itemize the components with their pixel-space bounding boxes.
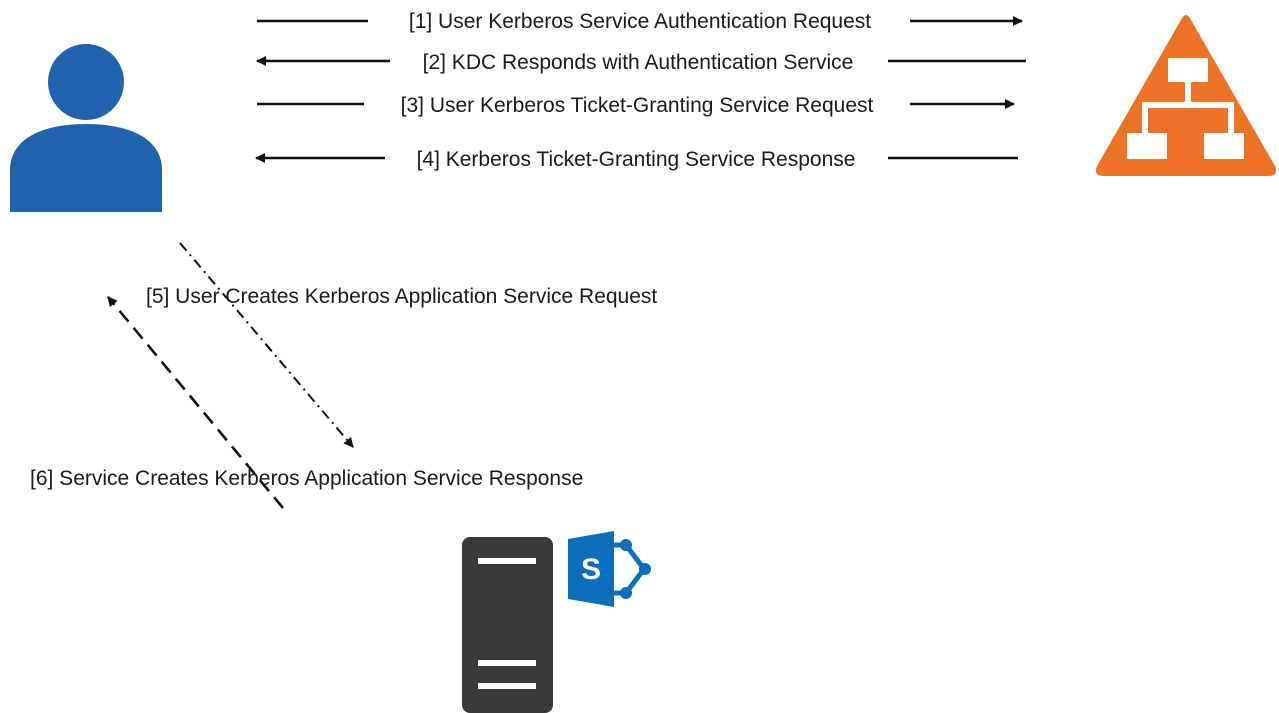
step-2-label: [2] KDC Responds with Authentication Ser…: [423, 51, 854, 74]
step-6-label: [6] Service Creates Kerberos Application…: [30, 467, 583, 490]
kdc-hierarchy-icon: [1095, 15, 1277, 176]
step-3-connector: [3] User Kerberos Ticket-Granting Servic…: [257, 94, 1015, 117]
step-3-label: [3] User Kerberos Ticket-Granting Servic…: [401, 94, 874, 117]
sharepoint-logo-icon: S: [568, 531, 651, 607]
step-2-connector: [2] KDC Responds with Authentication Ser…: [256, 51, 1026, 74]
step-4-label: [4] Kerberos Ticket-Granting Service Res…: [417, 148, 856, 171]
kerberos-flow-diagram: [1] User Kerberos Service Authentication…: [10, 10, 1277, 713]
sharepoint-logo-letter: S: [581, 553, 601, 586]
step-5-label: [5] User Creates Kerberos Application Se…: [146, 285, 657, 308]
step-6-connector: [6] Service Creates Kerberos Application…: [30, 296, 583, 509]
step-5-connector: [5] User Creates Kerberos Application Se…: [146, 242, 657, 448]
user-icon: [10, 44, 162, 212]
server-tower-icon: [462, 537, 553, 713]
step-4-connector: [4] Kerberos Ticket-Granting Service Res…: [255, 148, 1018, 171]
step-1-connector: [1] User Kerberos Service Authentication…: [257, 10, 1023, 33]
step-1-label: [1] User Kerberos Service Authentication…: [409, 10, 871, 33]
